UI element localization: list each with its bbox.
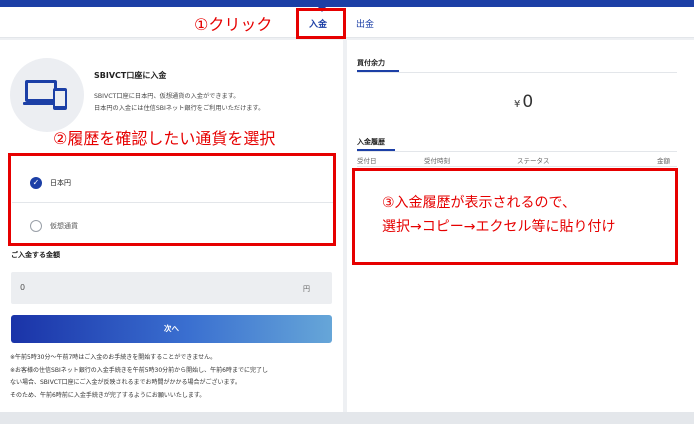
annotation-step3-detail: 選択→コピー→エクセル等に貼り付け xyxy=(382,219,616,235)
account-description: SBIVCT口座に日本円、仮想通貨の入金ができます。 xyxy=(94,93,240,100)
column-header-amount: 金額 xyxy=(657,157,670,165)
balance-amount: 0 xyxy=(522,92,534,112)
annotation-step2: ②履歴を確認したい通貨を選択 xyxy=(53,129,276,148)
amount-value: 0 xyxy=(20,283,26,292)
annotation-box-tab xyxy=(296,8,346,39)
account-title: SBIVCT口座に入金 xyxy=(94,71,167,80)
annotation-step1: ①クリック xyxy=(194,11,273,35)
currency-symbol: ¥ xyxy=(514,99,521,110)
divider xyxy=(357,166,677,167)
tab-bar: 入金 出金 xyxy=(0,7,694,38)
amount-label: ご入金する金額 xyxy=(11,251,60,259)
notice-text: ない場合、SBIVCT口座にご入金が反映されるまでお時間がかかる場合がございます… xyxy=(10,379,241,386)
annotation-box-options xyxy=(8,153,336,246)
amount-unit: 円 xyxy=(303,285,310,293)
next-button[interactable]: 次へ xyxy=(11,315,332,343)
notice-text: ※午前5時30分〜午前7時はご入金のお手続きを開始することができません。 xyxy=(10,354,217,361)
column-header-status: ステータス xyxy=(517,157,550,165)
tab-withdraw[interactable]: 出金 xyxy=(356,17,374,30)
account-description-bank: 日本円の入金には住信SBIネット銀行をご利用いただけます。 xyxy=(94,105,265,112)
column-header-time: 受付時刻 xyxy=(424,157,450,165)
amount-input[interactable]: 0 円 xyxy=(11,272,332,304)
top-accent-bar xyxy=(0,0,694,7)
column-header-date: 受付日 xyxy=(357,157,377,165)
annotation-step3: ③入金履歴が表示されるので、 xyxy=(382,195,576,211)
buying-power-label: 買付余力 xyxy=(357,59,385,67)
notice-text: ※お客様の住信SBIネット銀行の入金手続きを午前5時30分前から開始し、午前6時… xyxy=(10,367,268,374)
deposit-history-label: 入金履歴 xyxy=(357,138,385,146)
devices-icon xyxy=(10,58,84,132)
footer-strip xyxy=(0,412,694,424)
notice-text: そのため、午前6時前に入金手続きが完了するようにお願いいたします。 xyxy=(10,392,206,399)
divider xyxy=(357,72,677,73)
divider xyxy=(357,151,677,152)
buying-power-value: ¥0 xyxy=(514,92,533,112)
